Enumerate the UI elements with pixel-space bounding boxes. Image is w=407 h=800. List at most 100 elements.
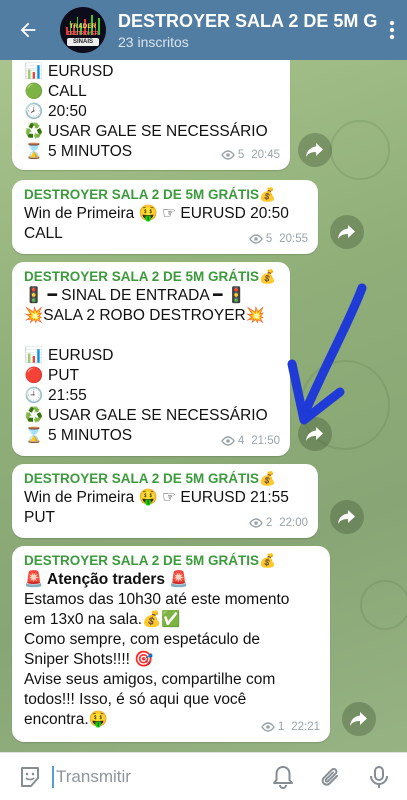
- share-forward-icon: [350, 712, 367, 726]
- message-bubble[interactable]: DESTROYER SALA 2 DE 5M GRÁTIS💰 🚦 ━ SINAL…: [12, 262, 290, 456]
- attach-button[interactable]: [315, 761, 347, 793]
- emoji: 🕘: [24, 387, 44, 404]
- forward-button[interactable]: [330, 500, 364, 534]
- subscriber-count: 23 inscritos: [118, 33, 189, 50]
- message-input[interactable]: Transmitir: [52, 765, 267, 788]
- chat-header: TRADER DESTROYER SINAIS DESTROYER SALA 2…: [0, 0, 407, 60]
- message-meta: 5 20:55: [248, 229, 308, 249]
- message-heading: 🚨 Atenção traders 🚨: [24, 571, 189, 588]
- line-text: 20:50: [48, 103, 87, 120]
- more-vert-icon: [389, 20, 395, 40]
- back-button[interactable]: [8, 0, 48, 60]
- eye-icon: [248, 518, 263, 528]
- forward-button[interactable]: [330, 215, 364, 249]
- message-author[interactable]: DESTROYER SALA 2 DE 5M GRÁTIS💰: [24, 470, 306, 488]
- avatar-text-2: DESTROYER: [67, 31, 99, 37]
- view-count: 5: [237, 149, 245, 161]
- message-time: 20:55: [279, 233, 308, 245]
- message-bubble[interactable]: 📊 EURUSD 🟢 CALL 🕗 20:50 ♻️ USAR GALE SE NECE…: [12, 60, 290, 170]
- message-line: 💥SALA 2 ROBO DESTROYER💥: [24, 307, 266, 324]
- line-text: USAR GALE SE NECESSÁRIO: [48, 407, 268, 424]
- message-line: Win de Primeira 🤑 ☞ EURUSD 21:55: [24, 489, 289, 506]
- emoji: ♻️: [24, 123, 44, 140]
- channel-avatar[interactable]: TRADER DESTROYER SINAIS: [60, 7, 106, 53]
- message-line: 🔴 PUT: [24, 366, 278, 386]
- eye-icon: [248, 234, 263, 244]
- arrow-back-icon: [20, 22, 36, 38]
- message-meta: 4 21:50: [220, 431, 280, 451]
- emoji: 📊: [24, 347, 44, 364]
- header-titles[interactable]: DESTROYER SALA 2 DE 5M GRÁTIS 23 inscrit…: [118, 11, 377, 50]
- message-bubble[interactable]: DESTROYER SALA 2 DE 5M GRÁTIS💰 Win de Pr…: [12, 464, 318, 538]
- line-text: PUT: [48, 367, 79, 384]
- message-time: 21:50: [251, 435, 280, 447]
- message-line: Como sempre, com espetáculo de: [24, 631, 261, 648]
- view-count: 1: [277, 721, 285, 733]
- channel-title: DESTROYER SALA 2 DE 5M GRÁTIS: [118, 10, 377, 31]
- message-line: [24, 326, 278, 346]
- paperclip-icon: [321, 767, 338, 786]
- eye-icon: [220, 150, 235, 160]
- share-forward-icon: [338, 225, 355, 239]
- emoji: ⌛: [24, 427, 44, 444]
- message-author[interactable]: DESTROYER SALA 2 DE 5M GRÁTIS💰: [24, 268, 278, 286]
- line-text: EURUSD: [48, 347, 114, 364]
- message-bubble[interactable]: DESTROYER SALA 2 DE 5M GRÁTIS💰 Win de Pr…: [12, 180, 318, 254]
- notifications-button[interactable]: [267, 761, 299, 793]
- emoji: 🔴: [24, 367, 44, 384]
- eye-icon: [220, 436, 235, 446]
- sticker-icon: [21, 766, 39, 787]
- bell-icon: [273, 765, 293, 789]
- message-line: em 13x0 na sala.💰✅: [24, 611, 181, 628]
- message-line: ♻️ USAR GALE SE NECESSÁRIO: [24, 406, 278, 426]
- forward-button[interactable]: [298, 133, 332, 167]
- message-line: 🕗 20:50: [24, 102, 278, 122]
- line-text: USAR GALE SE NECESSÁRIO: [48, 123, 268, 140]
- message-meta: 1 22:21: [260, 717, 320, 737]
- message-line: todos!!! Isso, é só aqui que você: [24, 691, 247, 708]
- emoji: 🕗: [24, 103, 44, 120]
- message-meta: 2 22:00: [248, 513, 308, 533]
- message-line: 📊 EURUSD: [24, 62, 278, 82]
- line-text: 5 MINUTOS: [48, 427, 133, 444]
- message-line: Sniper Shots!!!! 🎯: [24, 651, 154, 668]
- eye-icon: [260, 722, 275, 732]
- sticker-button[interactable]: [14, 761, 46, 793]
- share-forward-icon: [338, 510, 355, 524]
- share-forward-icon: [306, 143, 323, 157]
- line-text: 5 MINUTOS: [48, 143, 133, 160]
- message-author[interactable]: DESTROYER SALA 2 DE 5M GRÁTIS💰: [24, 552, 318, 570]
- message-line: 🟢 CALL: [24, 82, 278, 102]
- message-line: 🕘 21:55: [24, 386, 278, 406]
- avatar-text-1: TRADER: [69, 24, 97, 30]
- microphone-button[interactable]: [363, 761, 395, 793]
- message-bubble[interactable]: DESTROYER SALA 2 DE 5M GRÁTIS💰 🚨 Atenção…: [12, 546, 330, 742]
- message-time: 22:21: [291, 721, 320, 733]
- emoji: 🟢: [24, 83, 44, 100]
- message-line: Avise seus amigos, compartilhe com: [24, 671, 276, 688]
- message-author[interactable]: DESTROYER SALA 2 DE 5M GRÁTIS💰: [24, 186, 306, 204]
- view-count: 4: [237, 435, 245, 447]
- message-line: 📊 EURUSD: [24, 346, 278, 366]
- message-line: ♻️ USAR GALE SE NECESSÁRIO: [24, 122, 278, 142]
- message-input-bar: Transmitir: [0, 752, 407, 800]
- view-count: 2: [265, 517, 273, 529]
- line-text: 21:55: [48, 387, 87, 404]
- emoji: ⌛: [24, 143, 44, 160]
- message-line: Win de Primeira 🤑 ☞ EURUSD 20:50: [24, 205, 289, 222]
- chat-area[interactable]: 📊 EURUSD 🟢 CALL 🕗 20:50 ♻️ USAR GALE SE NECE…: [0, 60, 407, 752]
- wallpaper-doodle: [360, 580, 407, 630]
- message-meta: 5 20:45: [220, 145, 280, 165]
- message-line: 🚦 ━ SINAL DE ENTRADA ━ 🚦: [24, 287, 247, 304]
- more-button[interactable]: [377, 0, 407, 60]
- emoji: 📊: [24, 63, 44, 80]
- avatar-text-3: SINAIS: [67, 38, 99, 46]
- view-count: 5: [265, 233, 273, 245]
- message-line: Estamos das 10h30 até este momento: [24, 591, 290, 608]
- line-text: CALL: [48, 83, 87, 100]
- forward-button[interactable]: [342, 702, 376, 736]
- wallpaper-doodle: [330, 120, 390, 180]
- line-text: EURUSD: [48, 63, 114, 80]
- message-time: 22:00: [279, 517, 308, 529]
- annotation-arrow: [287, 283, 367, 425]
